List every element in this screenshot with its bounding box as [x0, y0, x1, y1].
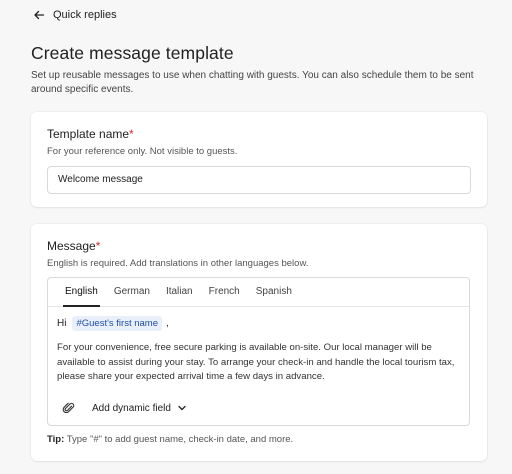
tab-french[interactable]: French	[201, 278, 248, 306]
page-description: Set up reusable messages to use when cha…	[31, 70, 474, 95]
message-label: Message*	[47, 239, 100, 253]
template-name-help: For your reference only. Not visible to …	[47, 146, 238, 157]
editor-toolbar: Add dynamic field	[62, 401, 187, 415]
paperclip-icon[interactable]	[62, 401, 76, 415]
tab-german[interactable]: German	[106, 278, 158, 306]
greeting-comma: ,	[166, 317, 169, 329]
template-name-label-text: Template name	[47, 127, 130, 141]
message-text-area[interactable]: Hi #Guest's first name , For your conven…	[57, 315, 459, 385]
tip-body: Type "#" to add guest name, check-in dat…	[66, 434, 294, 445]
tab-spanish[interactable]: Spanish	[248, 278, 300, 306]
template-name-input[interactable]: Welcome message	[47, 166, 471, 194]
required-asterisk: *	[129, 127, 134, 141]
message-label-text: Message	[47, 239, 96, 253]
page: Quick replies Create message template Se…	[0, 0, 512, 474]
tip-label: Tip:	[47, 434, 65, 445]
greeting-word: Hi	[57, 317, 67, 329]
message-body: For your convenience, free secure parkin…	[57, 342, 455, 382]
add-dynamic-field-label: Add dynamic field	[92, 402, 171, 414]
greeting-line: Hi #Guest's first name ,	[57, 315, 459, 331]
back-link-label: Quick replies	[53, 9, 117, 21]
language-tabs: English German Italian French Spanish	[48, 278, 469, 307]
tab-english[interactable]: English	[57, 278, 106, 307]
add-dynamic-field-button[interactable]: Add dynamic field	[92, 403, 187, 414]
tab-italian[interactable]: Italian	[158, 278, 201, 306]
message-editor: English German Italian French Spanish Hi…	[47, 277, 470, 426]
page-title: Create message template	[31, 43, 234, 63]
template-name-card: Template name* For your reference only. …	[31, 112, 487, 207]
required-asterisk: *	[95, 239, 101, 253]
arrow-left-icon	[34, 10, 45, 20]
message-card: Message* English is required. Add transl…	[31, 224, 487, 461]
message-help: English is required. Add translations in…	[47, 258, 309, 269]
guest-first-name-chip[interactable]: #Guest's first name	[72, 315, 162, 331]
template-name-label: Template name*	[47, 127, 134, 141]
chevron-down-icon	[178, 405, 186, 411]
back-to-quick-replies-link[interactable]: Quick replies	[33, 7, 117, 23]
tip-text: Tip: Type "#" to add guest name, check-i…	[47, 434, 293, 445]
